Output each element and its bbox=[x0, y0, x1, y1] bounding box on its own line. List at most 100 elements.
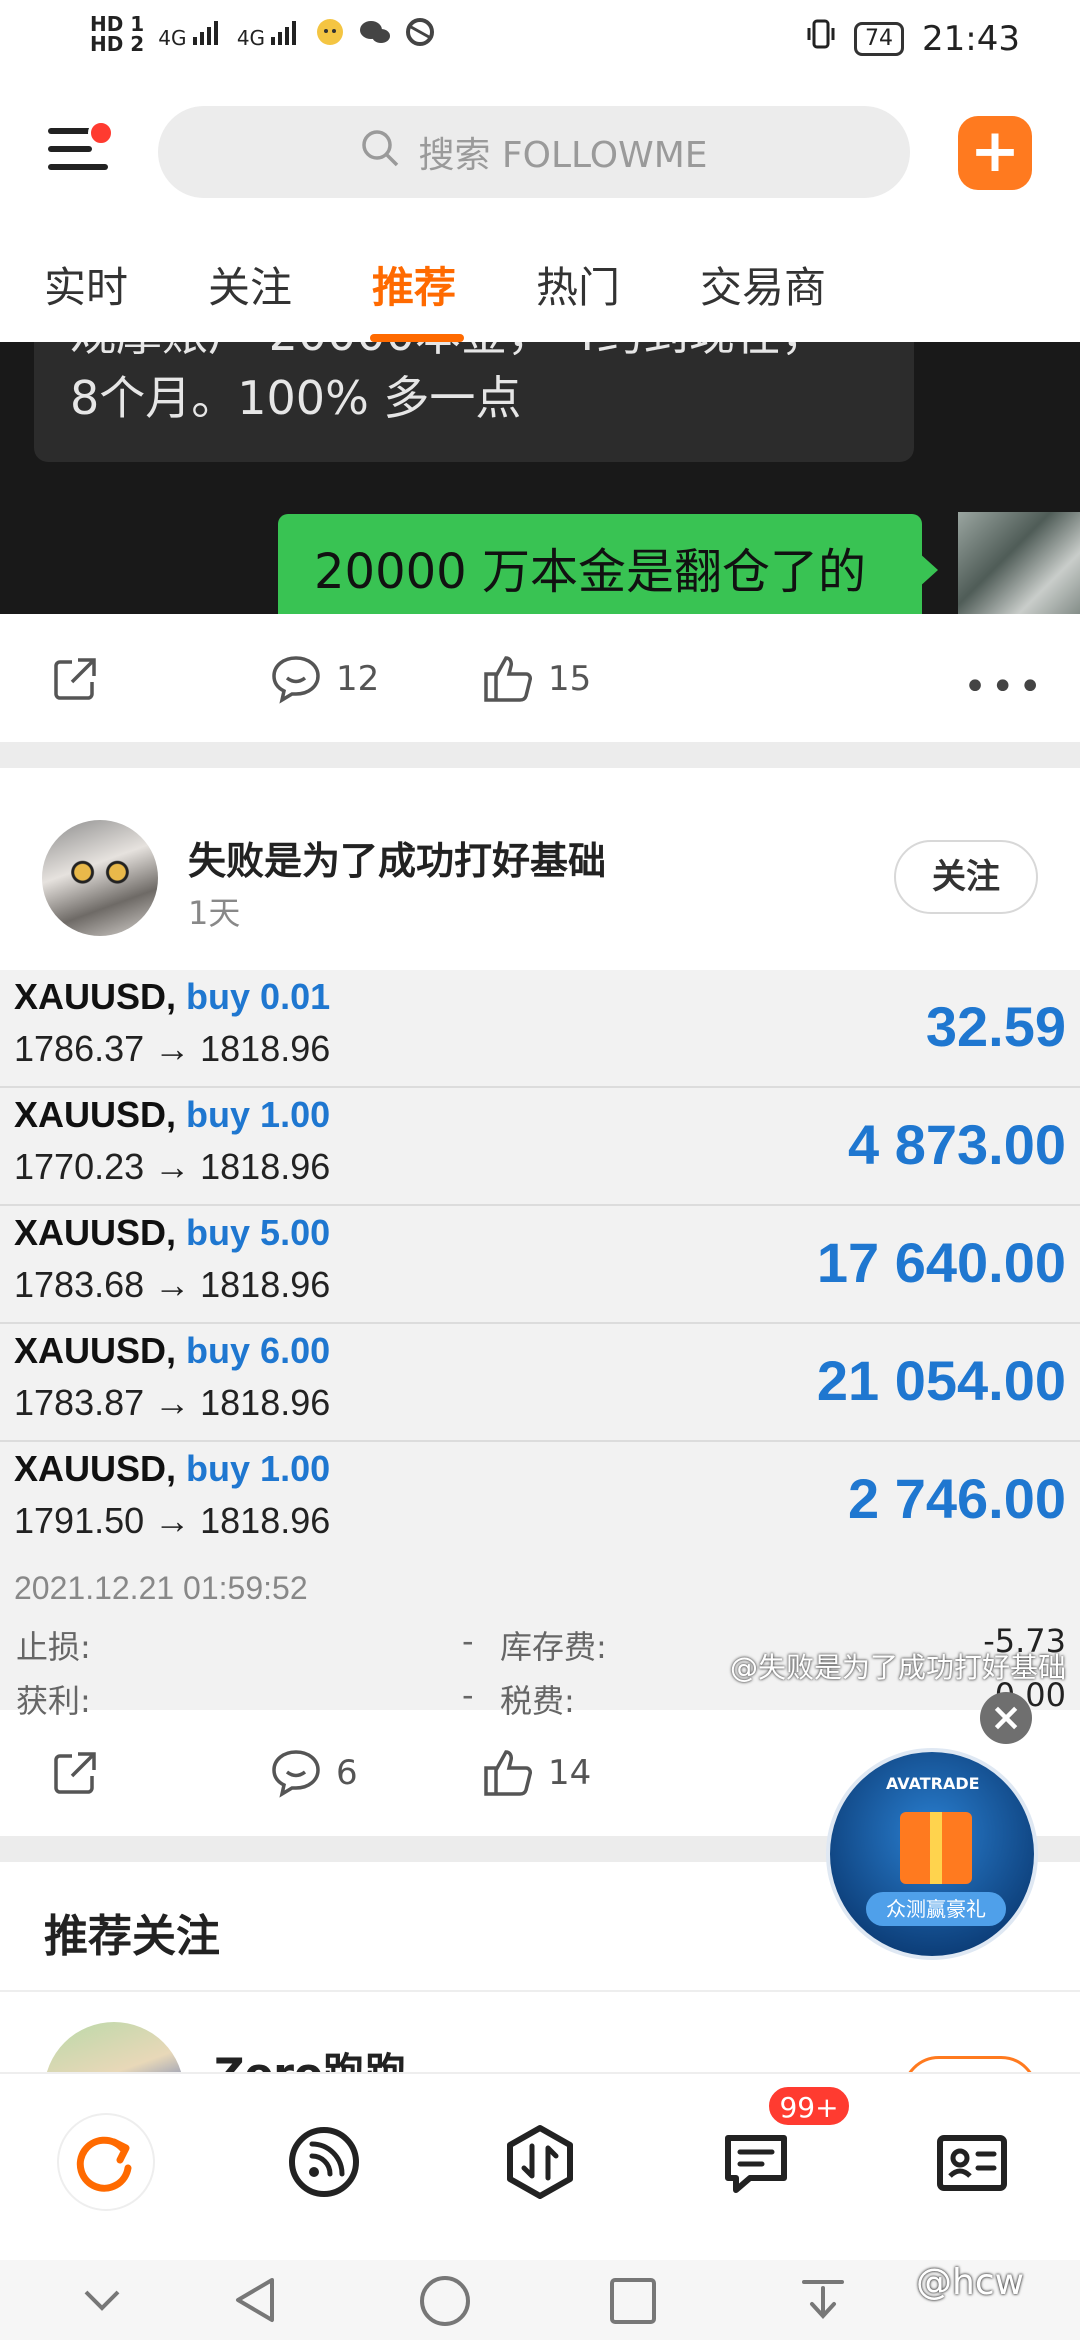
add-post-button[interactable]: + bbox=[958, 116, 1032, 190]
comment-button[interactable]: 12 bbox=[270, 654, 379, 704]
trade-price: 1791.50 → 1818.96 bbox=[14, 1500, 331, 1541]
battery-icon: 74 bbox=[854, 21, 905, 56]
trade-price: 1786.37 → 1818.96 bbox=[14, 1028, 331, 1069]
comment-icon bbox=[272, 656, 320, 704]
browser-icon bbox=[405, 17, 435, 52]
clock: 21:43 bbox=[922, 18, 1020, 59]
trade-symbol: XAUUSD, buy 5.00 bbox=[14, 1212, 330, 1254]
sim1-label: HD 1 bbox=[90, 12, 145, 36]
trade-symbol: XAUUSD, buy 6.00 bbox=[14, 1330, 330, 1372]
feed-tabs: 实时 关注 推荐 热门 交易商 bbox=[0, 240, 1080, 340]
recents-icon[interactable] bbox=[608, 2276, 658, 2326]
chat-bubble-tail bbox=[918, 552, 938, 588]
chevron-down-icon[interactable] bbox=[80, 2282, 124, 2318]
trade-screenshot[interactable]: XAUUSD, buy 0.01 1786.37 → 1818.96 32.59… bbox=[0, 970, 1080, 1720]
trade-row: XAUUSD, buy 1.00 1791.50 → 1818.96 2 746… bbox=[0, 1442, 1080, 1560]
profile-card-icon bbox=[937, 2135, 1007, 2191]
symbol-text: XAUUSD, bbox=[14, 1448, 177, 1489]
chat-avatar bbox=[958, 512, 1080, 614]
network-type: 4G bbox=[158, 25, 187, 50]
nav-home-refresh[interactable] bbox=[56, 2112, 156, 2212]
bottom-nav bbox=[0, 2072, 1080, 2260]
trade-profit: 21 054.00 bbox=[816, 1349, 1066, 1412]
trade-row: XAUUSD, buy 0.01 1786.37 → 1818.96 32.59 bbox=[0, 970, 1080, 1088]
divider bbox=[0, 1990, 1080, 1992]
like-button[interactable]: 15 bbox=[482, 654, 591, 704]
trade-side: buy 5.00 bbox=[186, 1212, 331, 1253]
tab-popular[interactable]: 热门 bbox=[536, 254, 620, 315]
search-icon bbox=[360, 128, 400, 177]
trade-symbol: XAUUSD, buy 1.00 bbox=[14, 1448, 330, 1490]
home-icon[interactable] bbox=[418, 2274, 472, 2328]
notification-pull-icon[interactable] bbox=[798, 2274, 848, 2324]
like-count: 15 bbox=[548, 659, 592, 699]
promo-badge[interactable]: AVATRADE 众测赢豪礼 bbox=[826, 1748, 1038, 1960]
vibrate-icon bbox=[806, 18, 836, 59]
username[interactable]: 失败是为了成功打好基础 bbox=[188, 830, 606, 885]
stop-loss-label: 止损: bbox=[16, 1628, 91, 1666]
post-image[interactable]: 观摩账户 20000本金， 4约到现在， 8个月。100% 多一点 20000 … bbox=[0, 342, 1080, 614]
share-button[interactable] bbox=[50, 654, 100, 704]
tab-following[interactable]: 关注 bbox=[208, 254, 292, 315]
chat-bubble-outgoing: 20000 万本金是翻仓了的 bbox=[278, 514, 922, 614]
user-avatar[interactable] bbox=[42, 820, 158, 936]
symbol-text: XAUUSD, bbox=[14, 976, 177, 1017]
close-icon[interactable]: × bbox=[980, 1692, 1032, 1744]
search-placeholder: 搜索 FOLLOWME bbox=[418, 135, 708, 176]
nav-profile[interactable] bbox=[922, 2112, 1022, 2212]
tab-recommended[interactable]: 推荐 bbox=[372, 254, 456, 315]
section-divider bbox=[0, 742, 1080, 768]
take-profit-value: - bbox=[462, 1676, 474, 1714]
symbol-text: XAUUSD, bbox=[14, 1094, 177, 1135]
notification-avatar-icon bbox=[315, 17, 345, 52]
unread-badge: 99+ bbox=[766, 2084, 852, 2128]
rss-icon bbox=[289, 2127, 359, 2197]
share-button[interactable] bbox=[50, 1748, 100, 1798]
post-actions: 12 15 ••• bbox=[0, 620, 1080, 740]
like-button[interactable]: 14 bbox=[482, 1748, 591, 1798]
chat-bubble-incoming: 观摩账户 20000本金， 4约到现在， 8个月。100% 多一点 bbox=[34, 342, 914, 462]
image-watermark: @失败是为了成功打好基础 bbox=[730, 1651, 1067, 1684]
symbol-text: XAUUSD, bbox=[14, 1330, 177, 1371]
share-icon bbox=[54, 658, 96, 700]
trade-row: XAUUSD, buy 1.00 1770.23 → 1818.96 4 873… bbox=[0, 1088, 1080, 1206]
active-tab-indicator bbox=[370, 334, 464, 342]
tab-brokers[interactable]: 交易商 bbox=[700, 254, 826, 315]
thumbs-up-icon bbox=[484, 656, 532, 702]
trade-profit: 32.59 bbox=[925, 995, 1066, 1058]
thumbs-up-icon bbox=[484, 1750, 532, 1796]
back-icon[interactable] bbox=[230, 2274, 280, 2326]
refresh-icon bbox=[57, 2113, 155, 2211]
trade-price: 1770.23 → 1818.96 bbox=[14, 1146, 331, 1187]
chat-text-line: 观摩账户 20000本金， 4约到现在， bbox=[70, 342, 878, 366]
trade-date: 2021.12.21 01:59:52 bbox=[14, 1570, 308, 1606]
trade-price: 1783.68 → 1818.96 bbox=[14, 1264, 331, 1305]
tab-realtime[interactable]: 实时 bbox=[44, 254, 128, 315]
status-bar: HD 1 HD 2 4G 4G 74 21:43 bbox=[0, 0, 1080, 82]
stop-loss-value: - bbox=[462, 1622, 474, 1660]
notification-dot bbox=[88, 120, 114, 146]
signal-icon: 4G bbox=[158, 19, 223, 50]
trade-profit: 4 873.00 bbox=[848, 1113, 1066, 1176]
symbol-text: XAUUSD, bbox=[14, 1212, 177, 1253]
follow-button[interactable]: 关注 bbox=[894, 840, 1038, 914]
search-input[interactable]: 搜索 FOLLOWME bbox=[158, 106, 910, 198]
trade-row: XAUUSD, buy 5.00 1783.68 → 1818.96 17 64… bbox=[0, 1206, 1080, 1324]
more-options-button[interactable]: ••• bbox=[963, 664, 1046, 710]
wechat-icon bbox=[359, 18, 391, 51]
sim2-label: HD 2 bbox=[90, 32, 145, 56]
screenshot-watermark: @hcw bbox=[916, 2262, 1025, 2303]
share-icon bbox=[54, 1752, 96, 1794]
signal-icon-2: 4G bbox=[237, 19, 302, 50]
promo-label: 众测赢豪礼 bbox=[866, 1892, 1006, 1926]
comment-button[interactable]: 6 bbox=[270, 1748, 358, 1798]
nav-trade[interactable] bbox=[490, 2112, 590, 2212]
trade-row: XAUUSD, buy 6.00 1783.87 → 1818.96 21 05… bbox=[0, 1324, 1080, 1442]
trade-side: buy 0.01 bbox=[186, 976, 331, 1017]
network-type-2: 4G bbox=[236, 25, 266, 50]
recommend-title: 推荐关注 bbox=[44, 1911, 220, 1962]
trade-price: 1783.87 → 1818.96 bbox=[14, 1382, 331, 1423]
post-time: 1天 bbox=[188, 894, 241, 932]
menu-button[interactable] bbox=[48, 118, 114, 182]
nav-feed[interactable] bbox=[274, 2112, 374, 2212]
